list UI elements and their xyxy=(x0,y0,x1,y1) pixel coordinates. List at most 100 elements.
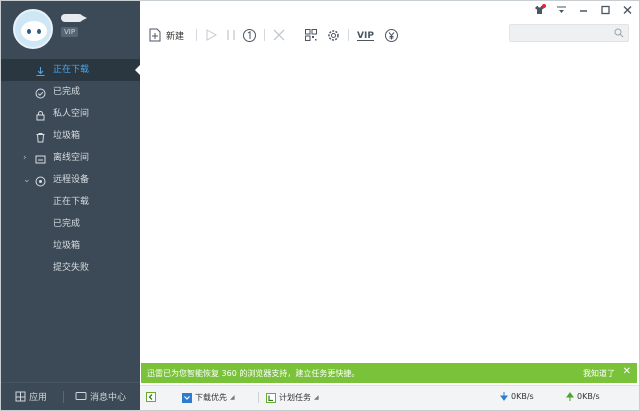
minimize-button[interactable] xyxy=(577,5,589,15)
trash-icon xyxy=(35,130,46,143)
maximize-icon xyxy=(600,5,610,15)
new-task-button[interactable]: 新建 xyxy=(148,25,184,45)
apps-icon xyxy=(15,391,26,402)
coin-icon xyxy=(385,28,398,42)
user-name-redacted[interactable] xyxy=(61,14,83,22)
vip-icon: VIP xyxy=(357,31,374,41)
sidebar-item-private-space[interactable]: 私人空间 xyxy=(1,103,140,125)
play-icon xyxy=(206,29,218,41)
sidebar-item-completed[interactable]: 已完成 xyxy=(1,81,140,103)
download-speed: 0KB/s xyxy=(500,392,534,401)
sidebar: VIP 正在下载 已完成 私人空间 垃圾箱 › 离线空间 ⌄ 远程设备 正在下载… xyxy=(1,1,140,410)
toolbar-divider xyxy=(264,29,265,41)
toolbar-divider xyxy=(348,29,349,41)
remote-sub-item-completed[interactable]: 已完成 xyxy=(1,213,140,235)
new-task-label: 新建 xyxy=(166,31,185,42)
footer-divider xyxy=(63,391,64,403)
remote-sub-item-failed[interactable]: 提交失败 xyxy=(1,257,140,279)
skin-button[interactable] xyxy=(533,4,546,15)
remote-sub-item-downloading[interactable]: 正在下载 xyxy=(1,191,140,213)
upload-speed: 0KB/s xyxy=(566,392,600,401)
sidebar-footer: 应用 消息中心 xyxy=(1,382,140,410)
speed-limit-button[interactable] xyxy=(242,25,257,45)
remote-sub-item-label: 提交失败 xyxy=(53,263,90,273)
up-arrow-icon xyxy=(566,392,574,401)
minimize-icon xyxy=(579,10,587,12)
download-priority-toggle[interactable]: 下载优先 ◢ xyxy=(182,392,235,403)
message-icon xyxy=(75,392,87,400)
task-list-area[interactable] xyxy=(140,51,639,361)
close-button[interactable] xyxy=(621,5,633,15)
window-controls xyxy=(533,4,633,15)
pause-button[interactable] xyxy=(224,25,238,45)
menu-button[interactable] xyxy=(555,5,567,15)
notice-bar: 迅雷已为您智能恢复 360 的浏览器支持，建立任务更快捷。 我知道了 ✕ xyxy=(141,363,637,383)
account-button[interactable] xyxy=(384,25,399,45)
avatar[interactable] xyxy=(13,9,53,49)
apps-button[interactable]: 应用 xyxy=(15,390,47,403)
remote-sub-item-trash[interactable]: 垃圾箱 xyxy=(1,235,140,257)
start-button[interactable] xyxy=(204,25,218,45)
dropdown-icon: ◢ xyxy=(314,394,319,401)
remote-sub-item-label: 垃圾箱 xyxy=(53,241,81,251)
cloud-storage-icon xyxy=(35,152,46,164)
sidebar-nav: 正在下载 已完成 私人空间 垃圾箱 › 离线空间 ⌄ 远程设备 正在下载 已完成… xyxy=(1,59,140,279)
chevron-down-icon[interactable]: ⌄ xyxy=(23,169,31,191)
maximize-button[interactable] xyxy=(599,5,611,15)
qr-code-icon xyxy=(305,29,317,41)
remote-sub-item-label: 正在下载 xyxy=(53,197,90,207)
close-icon xyxy=(623,6,631,14)
schedule-icon xyxy=(266,392,276,403)
qr-code-button[interactable] xyxy=(304,25,318,45)
delete-button[interactable] xyxy=(272,25,286,45)
scheduled-tasks-label: 计划任务 xyxy=(279,393,311,402)
download-priority-label: 下载优先 xyxy=(195,393,227,402)
download-icon xyxy=(35,64,46,77)
sidebar-item-offline-space[interactable]: › 离线空间 xyxy=(1,147,140,169)
scheduled-tasks-button[interactable]: 计划任务 ◢ xyxy=(266,392,319,403)
one-circle-icon xyxy=(243,28,256,42)
search-input[interactable] xyxy=(509,24,629,42)
lock-icon xyxy=(35,108,46,121)
main-panel: 新建 VIP ENDO.com 迅雷已为您智能恢复 360 的浏览器支持，建立任… xyxy=(140,1,639,410)
sidebar-item-downloading[interactable]: 正在下载 xyxy=(1,59,140,81)
pause-icon xyxy=(227,30,235,40)
menu-icon xyxy=(556,6,566,13)
notice-ok-link[interactable]: 我知道了 xyxy=(583,368,615,379)
sidebar-item-remote-devices[interactable]: ⌄ 远程设备 xyxy=(1,169,140,191)
sidebar-item-label: 远程设备 xyxy=(53,175,90,185)
priority-icon xyxy=(182,392,192,403)
notification-dot xyxy=(542,4,546,8)
chevron-right-icon[interactable]: › xyxy=(23,147,27,169)
remote-sub-item-label: 已完成 xyxy=(53,219,81,229)
delete-x-icon xyxy=(273,29,285,41)
settings-button[interactable] xyxy=(326,25,341,45)
sidebar-item-trash[interactable]: 垃圾箱 xyxy=(1,125,140,147)
search-icon[interactable] xyxy=(614,28,624,38)
sidebar-item-label: 已完成 xyxy=(53,87,81,97)
svg-text:VIP: VIP xyxy=(357,31,374,41)
remote-device-icon xyxy=(35,174,46,187)
collapse-sidebar-button[interactable] xyxy=(146,392,156,402)
apps-label: 应用 xyxy=(29,393,48,403)
toolbar-divider xyxy=(196,29,197,41)
app-window: VIP 正在下载 已完成 私人空间 垃圾箱 › 离线空间 ⌄ 远程设备 正在下载… xyxy=(0,0,640,411)
message-center-button[interactable]: 消息中心 xyxy=(75,390,126,403)
vip-badge[interactable]: VIP xyxy=(61,27,79,37)
sidebar-item-label: 正在下载 xyxy=(53,65,90,75)
message-center-label: 消息中心 xyxy=(90,393,127,403)
download-speed-value: 0KB/s xyxy=(511,392,534,401)
new-file-icon xyxy=(149,28,161,42)
sidebar-item-label: 离线空间 xyxy=(53,153,90,163)
notice-close-button[interactable]: ✕ xyxy=(623,366,631,377)
upload-speed-value: 0KB/s xyxy=(577,392,600,401)
status-bar: 下载优先 ◢ 计划任务 ◢ 0KB/s 0KB/s xyxy=(140,385,639,410)
down-arrow-icon xyxy=(500,392,508,401)
status-divider xyxy=(258,392,259,403)
check-circle-icon xyxy=(35,86,46,99)
vip-button[interactable]: VIP xyxy=(356,25,376,45)
gear-icon xyxy=(328,29,339,41)
video-icon xyxy=(81,15,87,21)
notice-message: 迅雷已为您智能恢复 360 的浏览器支持，建立任务更快捷。 xyxy=(147,369,360,378)
sidebar-item-label: 垃圾箱 xyxy=(53,131,81,141)
